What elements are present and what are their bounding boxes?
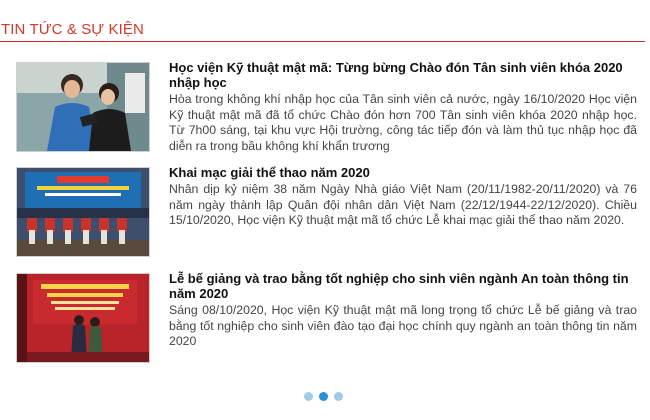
pager-dot[interactable]: [304, 392, 313, 401]
sports-ceremony-photo: [17, 168, 149, 256]
section-header: TIN TỨC & SỰ KIỆN: [0, 18, 645, 42]
pager-dot-active[interactable]: [319, 392, 328, 401]
section-title: TIN TỨC & SỰ KIỆN: [1, 21, 144, 38]
news-item: Lễ bế giảng và trao bằng tốt nghiệp cho …: [16, 271, 637, 365]
news-summary: Hòa trong không khí nhập học của Tân sin…: [169, 92, 637, 153]
news-summary: Sáng 08/10/2020, Học viện Kỹ thuật mật m…: [169, 303, 637, 348]
news-summary: Nhân dịp kỷ niệm 38 năm Ngày Nhà giáo Vi…: [169, 182, 637, 227]
pager-dot[interactable]: [334, 392, 343, 401]
news-thumbnail[interactable]: [16, 167, 150, 257]
news-title[interactable]: Khai mạc giải thể thao năm 2020: [169, 165, 637, 180]
news-item: Học viện Kỹ thuật mật mã: Từng bừng Chào…: [16, 60, 637, 154]
news-thumbnail[interactable]: [16, 273, 150, 363]
news-title[interactable]: Lễ bế giảng và trao bằng tốt nghiệp cho …: [169, 271, 637, 301]
students-photo: [17, 63, 149, 151]
news-thumbnail[interactable]: [16, 62, 150, 152]
news-item: Khai mạc giải thể thao năm 2020 Nhân dịp…: [16, 165, 637, 259]
graduation-ceremony-photo: [17, 274, 149, 362]
news-title[interactable]: Học viện Kỹ thuật mật mã: Từng bừng Chào…: [169, 60, 637, 90]
